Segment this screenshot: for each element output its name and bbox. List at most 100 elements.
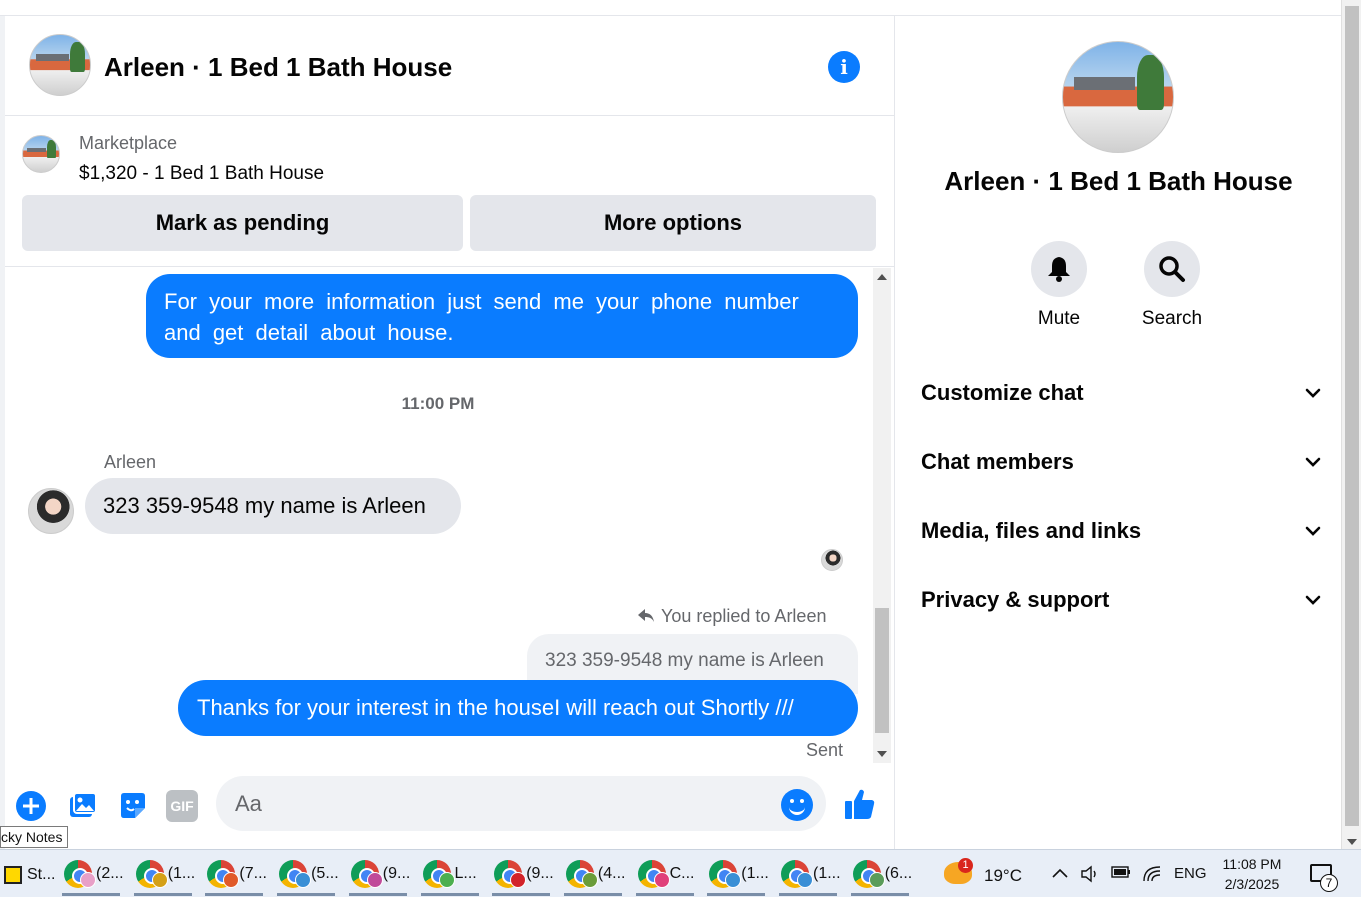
taskbar-chrome-window[interactable]: (2... bbox=[58, 856, 124, 896]
profile-badge-icon bbox=[151, 872, 168, 888]
profile-badge-icon bbox=[295, 872, 312, 888]
profile-badge-icon bbox=[438, 872, 455, 888]
running-indicator bbox=[420, 893, 479, 896]
taskbar-item-label: (2... bbox=[96, 865, 124, 882]
sticker-icon[interactable] bbox=[117, 790, 149, 822]
info-icon[interactable]: i bbox=[828, 51, 860, 83]
sticky-notes-icon bbox=[4, 866, 22, 884]
profile-badge-icon bbox=[80, 872, 96, 888]
mute-button[interactable] bbox=[1031, 241, 1087, 297]
running-indicator bbox=[133, 893, 192, 896]
mark-as-pending-button[interactable]: Mark as pending bbox=[22, 195, 463, 251]
profile-badge-icon bbox=[797, 872, 813, 888]
taskbar-chrome-window[interactable]: (9... bbox=[488, 856, 554, 896]
listing-thumbnail[interactable] bbox=[22, 135, 60, 173]
taskbar-item-label: (5... bbox=[311, 865, 339, 882]
message-scrollbar[interactable] bbox=[873, 268, 891, 763]
sticky-notes-tab[interactable]: cky Notes bbox=[0, 826, 68, 848]
conversation-info-panel: Arleen · 1 Bed 1 Bath House Mute Search … bbox=[896, 16, 1341, 849]
browser-top-strip bbox=[0, 0, 1343, 16]
like-icon[interactable] bbox=[843, 787, 877, 821]
message-list[interactable]: For your more information just send me y… bbox=[5, 268, 871, 763]
gif-icon[interactable]: GIF bbox=[166, 790, 198, 822]
chevron-down-icon bbox=[1305, 457, 1321, 467]
profile-badge-icon bbox=[223, 872, 240, 888]
scroll-down-arrow-icon[interactable] bbox=[877, 751, 887, 757]
reply-indicator: You replied to Arleen bbox=[637, 606, 826, 627]
page-scroll-thumb[interactable] bbox=[1345, 6, 1359, 826]
battery-icon[interactable] bbox=[1111, 865, 1131, 885]
sticky-notes-taskbar-item[interactable]: St... bbox=[2, 858, 55, 892]
search-label[interactable]: Search bbox=[1127, 308, 1217, 330]
taskbar-chrome-window[interactable]: (1... bbox=[130, 856, 196, 896]
taskbar-chrome-window[interactable]: L... bbox=[417, 856, 483, 896]
profile-badge-icon bbox=[725, 872, 742, 888]
search-button[interactable] bbox=[1144, 241, 1200, 297]
photo-icon[interactable] bbox=[66, 790, 98, 822]
running-indicator bbox=[277, 893, 336, 896]
profile-badge-icon bbox=[581, 872, 598, 888]
running-indicator bbox=[707, 893, 766, 896]
taskbar-chrome-window[interactable]: (4... bbox=[560, 856, 626, 896]
weather-widget[interactable]: 1 19°C bbox=[942, 858, 1032, 892]
clock-time: 11:08 PM bbox=[1222, 856, 1282, 872]
chevron-up-icon[interactable] bbox=[1050, 865, 1070, 885]
running-indicator bbox=[563, 893, 622, 896]
taskbar-chrome-window[interactable]: (1... bbox=[775, 856, 841, 896]
outgoing-message[interactable]: For your more information just send me y… bbox=[146, 274, 858, 358]
composer: GIF bbox=[5, 768, 895, 842]
marketplace-label: Marketplace bbox=[79, 133, 178, 153]
scroll-up-arrow-icon[interactable] bbox=[877, 274, 887, 280]
system-clock[interactable]: 11:08 PM 2/3/2025 bbox=[1210, 854, 1294, 894]
taskbar-item-label: C... bbox=[669, 865, 695, 882]
page-scrollbar[interactable] bbox=[1341, 0, 1361, 849]
section-label: Chat members bbox=[921, 449, 1074, 474]
bell-icon bbox=[1048, 257, 1070, 282]
conversation-title[interactable]: Arleen · 1 Bed 1 Bath House bbox=[104, 52, 452, 83]
taskbar-item-label: (7... bbox=[239, 865, 267, 882]
notification-center[interactable]: 7 bbox=[1310, 862, 1340, 892]
more-options-button[interactable]: More options bbox=[470, 195, 876, 251]
taskbar-chrome-window[interactable]: (5... bbox=[273, 856, 339, 896]
taskbar-chrome-window[interactable]: (6... bbox=[847, 856, 913, 896]
taskbar-chrome-window[interactable]: C... bbox=[632, 856, 698, 896]
speaker-icon[interactable] bbox=[1080, 865, 1100, 885]
section-chat-members[interactable]: Chat members bbox=[921, 442, 1321, 482]
taskbar-item-label: (6... bbox=[884, 865, 913, 882]
taskbar-item-label: (9... bbox=[526, 865, 554, 882]
scroll-thumb[interactable] bbox=[875, 608, 889, 733]
message-status: Sent bbox=[806, 740, 844, 760]
taskbar-item-label: (1... bbox=[813, 865, 841, 882]
conversation-avatar[interactable] bbox=[29, 34, 91, 96]
section-customize-chat[interactable]: Customize chat bbox=[921, 373, 1321, 413]
scroll-down-arrow-icon[interactable] bbox=[1347, 839, 1357, 845]
chat-panel: Arleen · 1 Bed 1 Bath House i Marketplac… bbox=[5, 16, 895, 849]
taskbar-chrome-window[interactable]: (1... bbox=[703, 856, 769, 896]
section-media-files-links[interactable]: Media, files and links bbox=[921, 511, 1321, 551]
profile-badge-icon bbox=[510, 872, 527, 888]
running-indicator bbox=[635, 893, 694, 896]
marketplace-listing-card: Marketplace $1,320 - 1 Bed 1 Bath House … bbox=[5, 117, 895, 267]
sender-name: Arleen bbox=[104, 452, 157, 472]
message-input[interactable] bbox=[216, 776, 826, 831]
plus-icon[interactable] bbox=[15, 790, 47, 822]
search-icon bbox=[1159, 256, 1185, 282]
section-privacy-support[interactable]: Privacy & support bbox=[921, 580, 1321, 620]
running-indicator bbox=[62, 893, 120, 896]
listing-title[interactable]: $1,320 - 1 Bed 1 Bath House bbox=[79, 163, 324, 185]
emoji-icon[interactable] bbox=[781, 789, 813, 821]
info-avatar[interactable] bbox=[1062, 41, 1174, 153]
wifi-icon[interactable] bbox=[1142, 865, 1162, 885]
taskbar-item-label: (9... bbox=[382, 865, 411, 882]
sender-avatar[interactable] bbox=[28, 488, 74, 534]
section-label: Media, files and links bbox=[921, 518, 1142, 543]
incoming-message[interactable]: 323 359-9548 my name is Arleen bbox=[85, 478, 461, 534]
taskbar-chrome-window[interactable]: (7... bbox=[201, 856, 267, 896]
read-receipt-avatar bbox=[821, 549, 843, 571]
taskbar-chrome-window[interactable]: (9... bbox=[345, 856, 411, 896]
language-indicator[interactable]: ENG bbox=[1174, 865, 1207, 882]
mute-label[interactable]: Mute bbox=[1014, 308, 1104, 330]
windows-taskbar: St... (2... (1... (7... (5... (9... L... (9...… bbox=[0, 849, 1361, 897]
outgoing-message[interactable]: Thanks for your interest in the houseI w… bbox=[178, 680, 858, 736]
running-indicator bbox=[779, 893, 837, 896]
